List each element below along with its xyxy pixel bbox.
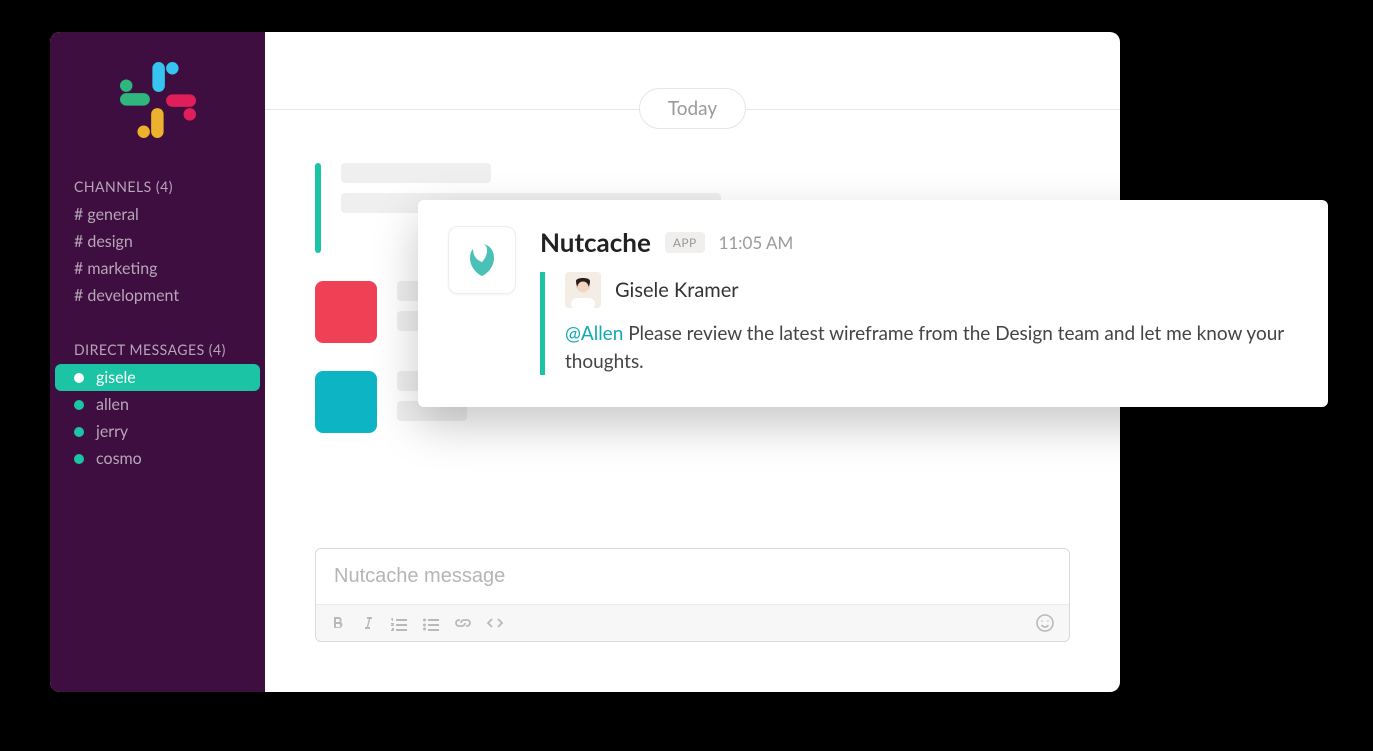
mention[interactable]: @Allen	[565, 322, 623, 345]
channels-header: CHANNELS (4)	[50, 168, 265, 201]
link-icon[interactable]	[454, 615, 472, 631]
code-icon[interactable]	[486, 615, 504, 631]
dm-item-label: allen	[96, 395, 129, 414]
message-composer	[315, 548, 1070, 642]
message-time: 11:05 AM	[719, 232, 794, 253]
notification-card: Nutcache APP 11:05 AM Gisele Kramer @All…	[418, 200, 1328, 407]
dm-list: gisele allen jerry cosmo	[50, 364, 265, 472]
dm-item-jerry[interactable]: jerry	[50, 418, 265, 445]
text-placeholder	[341, 163, 491, 183]
italic-icon[interactable]	[360, 615, 376, 631]
dm-item-label: jerry	[96, 422, 128, 441]
dm-item-allen[interactable]: allen	[50, 391, 265, 418]
message-content: Gisele Kramer @Allen Please review the l…	[540, 272, 1298, 375]
channel-item-marketing[interactable]: # marketing	[50, 255, 265, 282]
channel-item-development[interactable]: # development	[50, 282, 265, 309]
dm-header: DIRECT MESSAGES (4)	[50, 331, 265, 364]
dm-item-gisele[interactable]: gisele	[55, 364, 260, 391]
bold-icon[interactable]	[330, 615, 346, 631]
avatar-placeholder	[315, 281, 377, 343]
message-body: Please review the latest wireframe from …	[565, 322, 1284, 373]
nutcache-logo-icon	[460, 238, 504, 282]
presence-dot-icon	[74, 427, 84, 437]
channel-item-design[interactable]: # design	[50, 228, 265, 255]
ordered-list-icon[interactable]	[390, 615, 408, 631]
accent-bar	[315, 163, 321, 253]
unordered-list-icon[interactable]	[422, 615, 440, 631]
author-name: Gisele Kramer	[615, 278, 739, 302]
composer-toolbar	[316, 604, 1069, 641]
presence-dot-icon	[74, 400, 84, 410]
dm-item-cosmo[interactable]: cosmo	[50, 445, 265, 472]
message-input[interactable]	[316, 549, 1069, 604]
message-text: @Allen Please review the latest wirefram…	[565, 320, 1298, 375]
channel-list: # general # design # marketing # develop…	[50, 201, 265, 309]
app-avatar	[448, 226, 516, 294]
date-divider: Today	[265, 88, 1120, 129]
app-badge: APP	[665, 232, 705, 253]
channel-item-general[interactable]: # general	[50, 201, 265, 228]
dm-item-label: gisele	[96, 368, 136, 387]
author-avatar	[565, 272, 601, 308]
emoji-icon[interactable]	[1035, 613, 1055, 633]
date-pill[interactable]: Today	[639, 88, 746, 129]
sidebar: CHANNELS (4) # general # design # market…	[50, 32, 265, 692]
presence-dot-icon	[74, 454, 84, 464]
presence-dot-icon	[74, 373, 84, 383]
app-name: Nutcache	[540, 226, 651, 258]
avatar-placeholder	[315, 371, 377, 433]
dm-item-label: cosmo	[96, 449, 142, 468]
slack-logo-icon	[120, 62, 196, 138]
